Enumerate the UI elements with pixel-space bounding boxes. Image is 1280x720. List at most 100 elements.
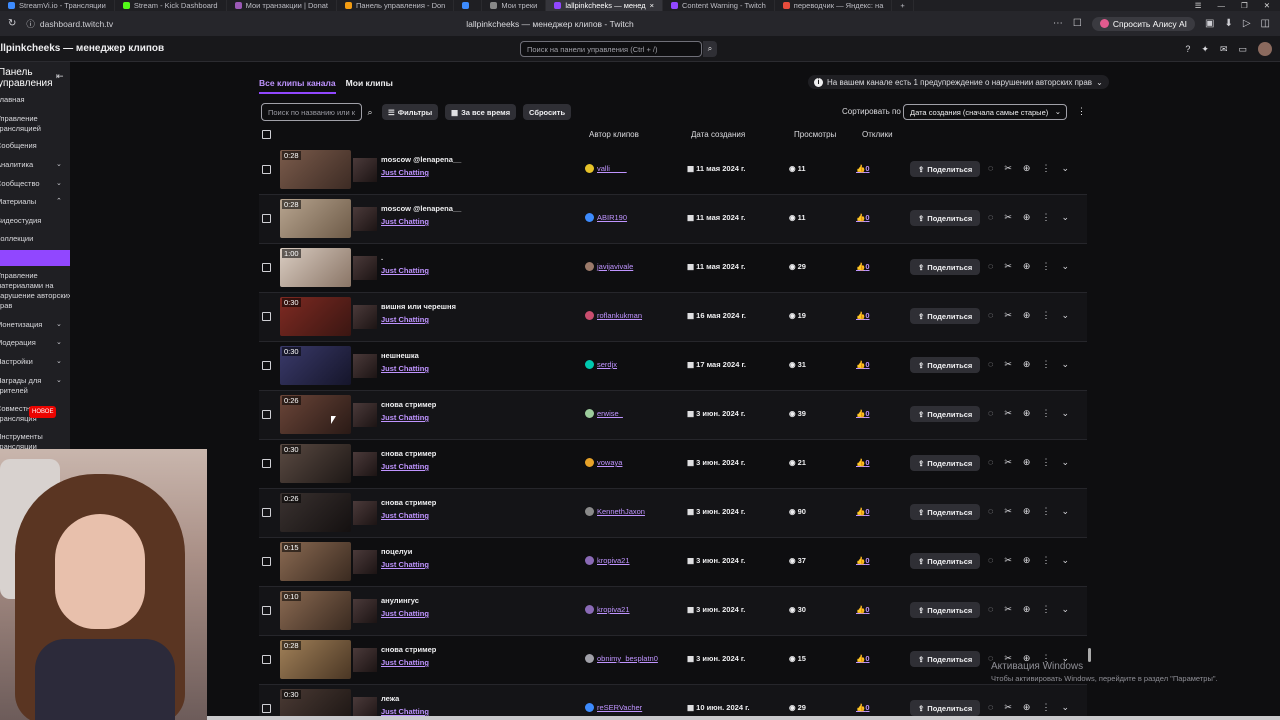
more-options-icon[interactable]: ⋮ xyxy=(1041,408,1050,419)
scissors-icon[interactable]: ✂ xyxy=(1004,702,1012,713)
extension-icon[interactable]: ▣ xyxy=(1205,18,1214,29)
help-icon[interactable]: ? xyxy=(1185,44,1190,54)
sidebar-item[interactable]: Аналитика ⌄ xyxy=(0,160,70,170)
chevron-down-icon[interactable]: ⌄ xyxy=(1061,408,1069,419)
chevron-down-icon[interactable]: ⌄ xyxy=(1061,212,1069,223)
add-icon[interactable]: ⊕ xyxy=(1023,359,1031,370)
clip-likes-link[interactable]: 👍0 xyxy=(856,556,870,565)
tab-all-clips[interactable]: Все клипы канала xyxy=(259,78,336,94)
share-button[interactable]: ⇪ Поделиться xyxy=(910,553,981,569)
clip-author-link[interactable]: reSERVacher xyxy=(585,703,642,712)
reset-button[interactable]: Сбросить xyxy=(523,104,572,120)
clip-thumbnail[interactable]: 0:10 xyxy=(280,591,351,630)
clip-category-link[interactable]: Just Chatting xyxy=(381,364,429,373)
clip-thumbnail[interactable]: 0:26 xyxy=(280,493,351,532)
select-all-checkbox[interactable] xyxy=(262,130,271,139)
more-options-icon[interactable]: ⋮ xyxy=(1041,506,1050,517)
chevron-down-icon[interactable]: ⌄ xyxy=(1061,702,1069,713)
close-window-icon[interactable]: ✕ xyxy=(1264,1,1270,10)
add-icon[interactable]: ⊕ xyxy=(1023,702,1031,713)
chevron-down-icon[interactable]: ⌄ xyxy=(1061,310,1069,321)
browser-tab[interactable]: Мои транзакции | Donat xyxy=(227,0,337,11)
clip-title[interactable]: снова стример xyxy=(381,498,436,507)
scissors-icon[interactable]: ✂ xyxy=(1004,408,1012,419)
loading-icon[interactable]: ◌ xyxy=(988,555,993,566)
share-button[interactable]: ⇪ Поделиться xyxy=(910,700,981,716)
chevron-down-icon[interactable]: ⌄ xyxy=(1061,359,1069,370)
row-checkbox[interactable] xyxy=(262,263,271,272)
row-checkbox[interactable] xyxy=(262,704,271,713)
share-button[interactable]: ⇪ Поделиться xyxy=(910,308,981,324)
row-checkbox[interactable] xyxy=(262,606,271,615)
loading-icon[interactable]: ◌ xyxy=(988,359,993,370)
loading-icon[interactable]: ◌ xyxy=(988,506,993,517)
add-icon[interactable]: ⊕ xyxy=(1023,604,1031,615)
sidebar-item[interactable]: Совместная трансляция НОВОЕ xyxy=(0,404,70,424)
clip-thumbnail[interactable]: 0:15 xyxy=(280,542,351,581)
loading-icon[interactable]: ◌ xyxy=(988,702,993,713)
share-button[interactable]: ⇪ Поделиться xyxy=(910,455,981,471)
scrollbar[interactable] xyxy=(1087,148,1092,708)
scissors-icon[interactable]: ✂ xyxy=(1004,163,1012,174)
media-icon[interactable]: ▷ xyxy=(1243,18,1251,29)
chevron-down-icon[interactable]: ⌄ xyxy=(1061,163,1069,174)
close-tab-icon[interactable]: × xyxy=(650,1,654,10)
row-checkbox[interactable] xyxy=(262,655,271,664)
clip-author-link[interactable]: obnimy_besplatn0 xyxy=(585,654,658,663)
clip-category-link[interactable]: Just Chatting xyxy=(381,560,429,569)
sidebar-item[interactable]: Модерация ⌄ xyxy=(0,338,70,348)
browser-tab[interactable]: StreamVi.io - Трансляции xyxy=(0,0,115,11)
sidebar-item[interactable]: Монетизация ⌄ xyxy=(0,320,70,330)
clip-category-link[interactable]: Just Chatting xyxy=(381,462,429,471)
clip-likes-link[interactable]: 👍0 xyxy=(856,311,870,320)
scissors-icon[interactable]: ✂ xyxy=(1004,212,1012,223)
chevron-down-icon[interactable]: ⌄ xyxy=(1061,555,1069,566)
add-icon[interactable]: ⊕ xyxy=(1023,555,1031,566)
chevron-down-icon[interactable]: ⌄ xyxy=(1061,604,1069,615)
search-icon[interactable]: ⌕ xyxy=(703,41,717,57)
clip-author-link[interactable]: ABIR190 xyxy=(585,213,627,222)
clip-likes-link[interactable]: 👍0 xyxy=(856,164,870,173)
clip-category-link[interactable]: Just Chatting xyxy=(381,217,429,226)
tab-my-clips[interactable]: Мои клипы xyxy=(346,78,393,94)
chevron-down-icon[interactable]: ⌄ xyxy=(1061,457,1069,468)
avatar[interactable] xyxy=(1258,42,1272,56)
clip-title[interactable]: снова стример xyxy=(381,449,436,458)
clip-category-link[interactable]: Just Chatting xyxy=(381,511,429,520)
more-options-icon[interactable]: ⋮ xyxy=(1041,163,1050,174)
row-checkbox[interactable] xyxy=(262,508,271,517)
row-checkbox[interactable] xyxy=(262,410,271,419)
clip-category-link[interactable]: Just Chatting xyxy=(381,168,429,177)
browser-tab[interactable]: Панель управления - Don xyxy=(337,0,455,11)
clip-title[interactable]: снова стример xyxy=(381,645,436,654)
add-icon[interactable]: ⊕ xyxy=(1023,310,1031,321)
add-icon[interactable]: ⊕ xyxy=(1023,408,1031,419)
clip-category-link[interactable]: Just Chatting xyxy=(381,707,429,716)
filters-button[interactable]: ☰ Фильтры xyxy=(382,104,439,120)
more-options-icon[interactable]: ⋮ xyxy=(1041,555,1050,566)
more-options-icon[interactable]: ⋮ xyxy=(1041,604,1050,615)
new-tab-icon[interactable]: + xyxy=(892,0,914,11)
maximize-icon[interactable]: ❐ xyxy=(1241,1,1248,10)
scissors-icon[interactable]: ✂ xyxy=(1004,261,1012,272)
share-button[interactable]: ⇪ Поделиться xyxy=(910,504,981,520)
sidebar-item[interactable]: Видеостудия xyxy=(0,216,70,226)
share-button[interactable]: ⇪ Поделиться xyxy=(910,161,981,177)
sort-select[interactable]: Дата создания (сначала самые старые) ⌄ xyxy=(903,104,1067,120)
add-icon[interactable]: ⊕ xyxy=(1023,163,1031,174)
row-checkbox[interactable] xyxy=(262,459,271,468)
clip-likes-link[interactable]: 👍0 xyxy=(856,605,870,614)
tabs-menu-icon[interactable]: ☰ xyxy=(1195,1,1202,10)
clip-thumbnail[interactable]: 0:28 xyxy=(280,640,351,679)
scissors-icon[interactable]: ✂ xyxy=(1004,604,1012,615)
clip-title[interactable]: нешнешка xyxy=(381,351,419,360)
clip-title[interactable]: moscow @lenapena__ xyxy=(381,155,461,164)
clip-likes-link[interactable]: 👍0 xyxy=(856,654,870,663)
scissors-icon[interactable]: ✂ xyxy=(1004,506,1012,517)
browser-tab[interactable]: Stream - Kick Dashboard xyxy=(115,0,227,11)
share-button[interactable]: ⇪ Поделиться xyxy=(910,210,981,226)
clip-likes-link[interactable]: 👍0 xyxy=(856,703,870,712)
sidebar-item[interactable]: Клипы xyxy=(0,250,70,266)
more-options-icon[interactable]: ⋮ xyxy=(1077,106,1086,117)
browser-tab[interactable]: переводчик — Яндекс: на xyxy=(775,0,893,11)
